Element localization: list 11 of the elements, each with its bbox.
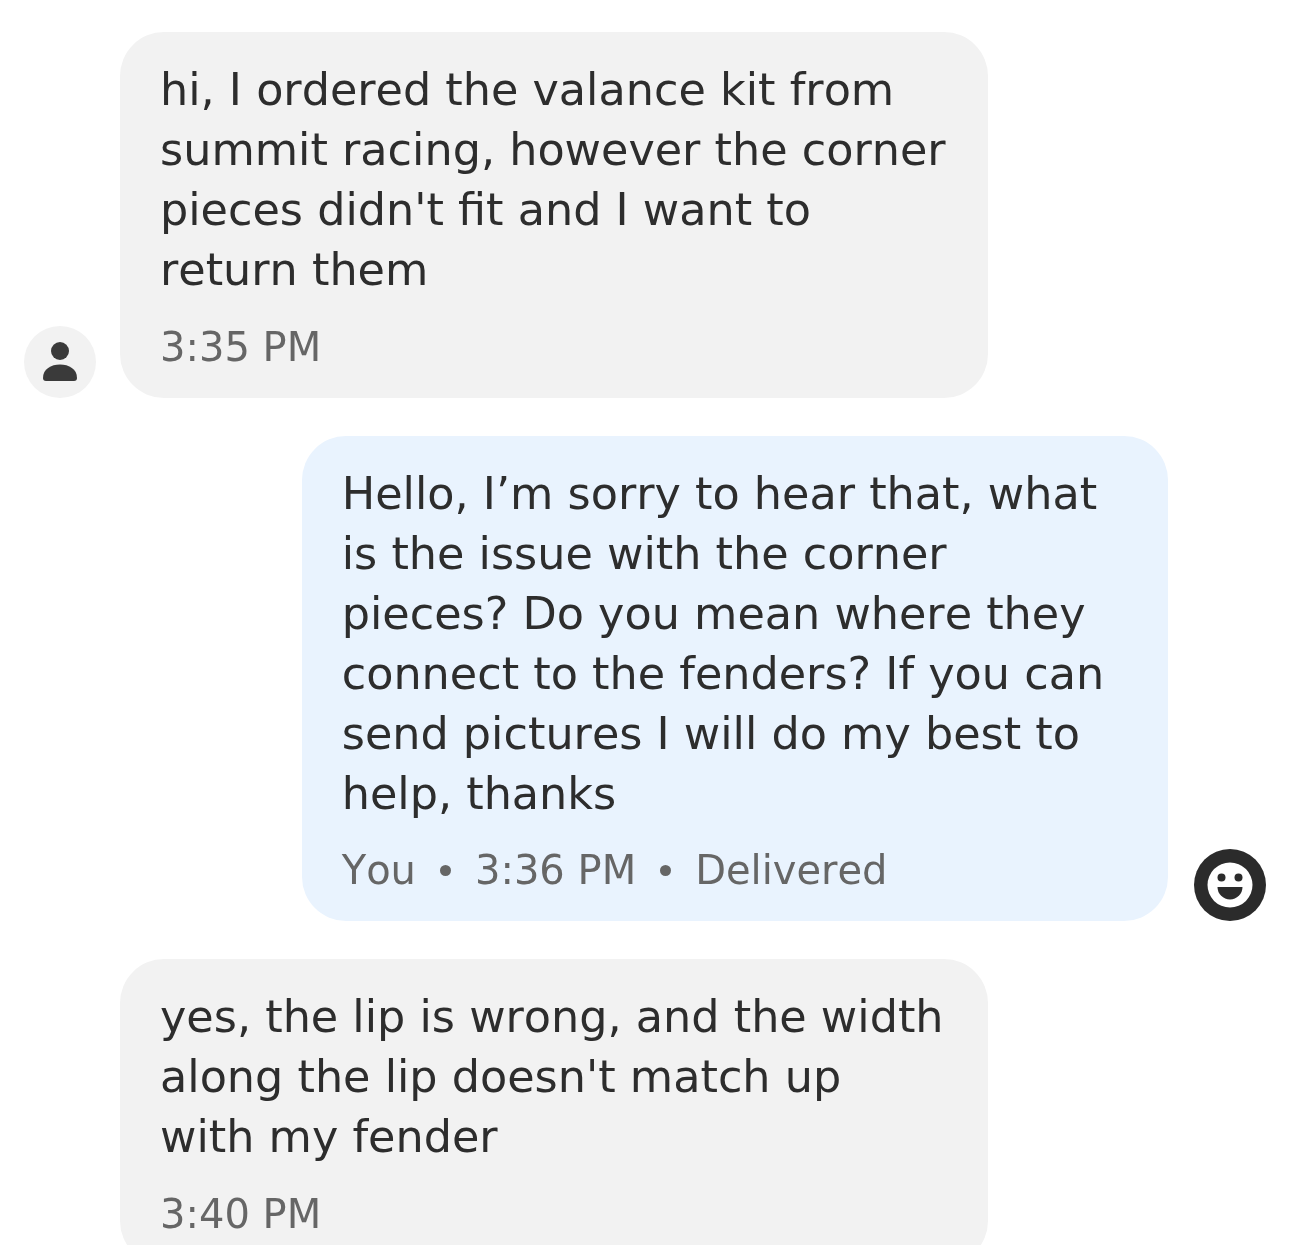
message-text: Hello, I’m sorry to hear that, what is the issue with the corner pieces? Do you mean where they connect to the fenders? If you can send pictures I will do my best to help, thanks bbox=[341, 467, 1106, 821]
message-time: 3:35 PM bbox=[160, 323, 322, 371]
message-time: 3:40 PM bbox=[160, 1190, 322, 1238]
delivery-status: Delivered bbox=[695, 846, 888, 894]
sender-name: You bbox=[341, 846, 416, 894]
separator-dot-icon bbox=[439, 864, 451, 876]
separator-dot-icon bbox=[660, 864, 672, 876]
smiley-icon[interactable] bbox=[1194, 849, 1266, 921]
message-time: 3:36 PM bbox=[474, 846, 637, 894]
message-text: hi, I ordered the valance kit from summit racing, however the corner pieces didn't fit and I want to return them bbox=[160, 63, 947, 297]
message-text: yes, the lip is wrong, and the width along the lip doesn't match up with my fender bbox=[160, 990, 945, 1164]
